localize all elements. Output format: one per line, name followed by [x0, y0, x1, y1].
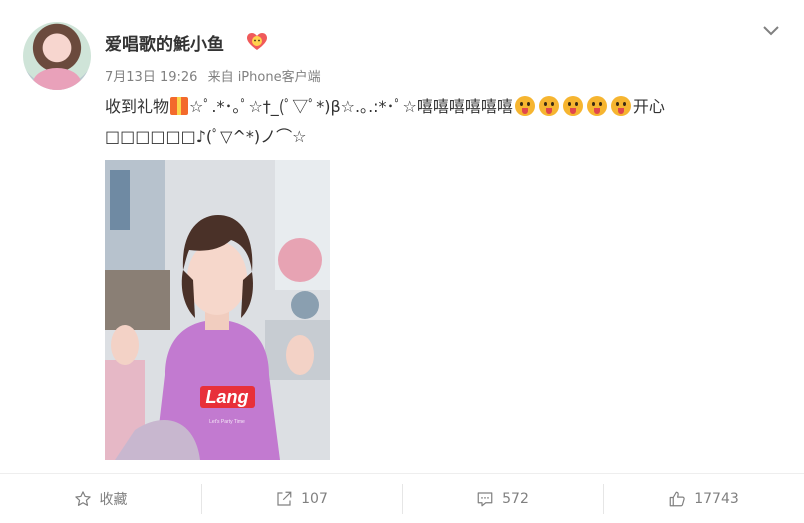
post-meta: 7月13日 19:26 来自 iPhone客户端: [105, 66, 327, 85]
fan-badge-icon[interactable]: [246, 32, 268, 52]
post-text-part2: ☆ﾟ.*･｡ﾟ☆†_(ﾟ▽ﾟ*)β☆.｡.:*･ﾟ☆嘻嘻嘻嘻嘻嘻: [189, 97, 513, 116]
post-text-part4: □□□□□□♪(ﾟ▽^*)ノ⌒☆: [105, 127, 307, 146]
hoodie-logo: Lang: [206, 387, 249, 407]
post-text-part1: 收到礼物: [105, 97, 170, 116]
tongue-face-icon: [610, 96, 631, 116]
post-image[interactable]: Lang Let's Party Time: [105, 160, 330, 460]
like-count: 17743: [694, 490, 739, 507]
post-source[interactable]: 来自 iPhone客户端: [208, 70, 321, 85]
gift-icon: [170, 97, 189, 115]
post-text: 收到礼物 ☆ﾟ.*･｡ﾟ☆†_(ﾟ▽ﾟ*)β☆.｡.:*･ﾟ☆嘻嘻嘻嘻嘻嘻 开心 □…: [105, 92, 775, 152]
avatar-shirt: [33, 68, 81, 90]
tongue-face-icon: [586, 96, 607, 116]
tongue-face-icon: [562, 96, 583, 116]
star-icon: [74, 490, 91, 506]
post-text-part3: 开心: [632, 97, 665, 116]
repost-button[interactable]: 107: [201, 483, 402, 514]
post-photo: Lang Let's Party Time: [105, 160, 330, 460]
like-button[interactable]: 17743: [603, 483, 804, 514]
post-date[interactable]: 7月13日 19:26: [105, 70, 197, 85]
chevron-down-icon[interactable]: [762, 23, 780, 37]
hoodie-subtext: Let's Party Time: [209, 419, 245, 425]
tongue-face-icon: [538, 96, 559, 116]
action-bar: 收藏 107 572 17743: [0, 474, 804, 523]
favorite-label: 收藏: [99, 491, 128, 508]
share-icon: [277, 491, 292, 506]
avatar[interactable]: [23, 22, 91, 90]
comment-icon: [477, 491, 493, 506]
author-name[interactable]: 爱唱歌的魹小鱼: [105, 30, 224, 55]
favorite-button[interactable]: 收藏: [0, 484, 201, 514]
comment-button[interactable]: 572: [402, 483, 603, 514]
repost-count: 107: [301, 490, 328, 507]
thumbs-up-icon: [669, 491, 685, 506]
comment-count: 572: [502, 490, 529, 507]
tongue-face-icon: [514, 96, 535, 116]
